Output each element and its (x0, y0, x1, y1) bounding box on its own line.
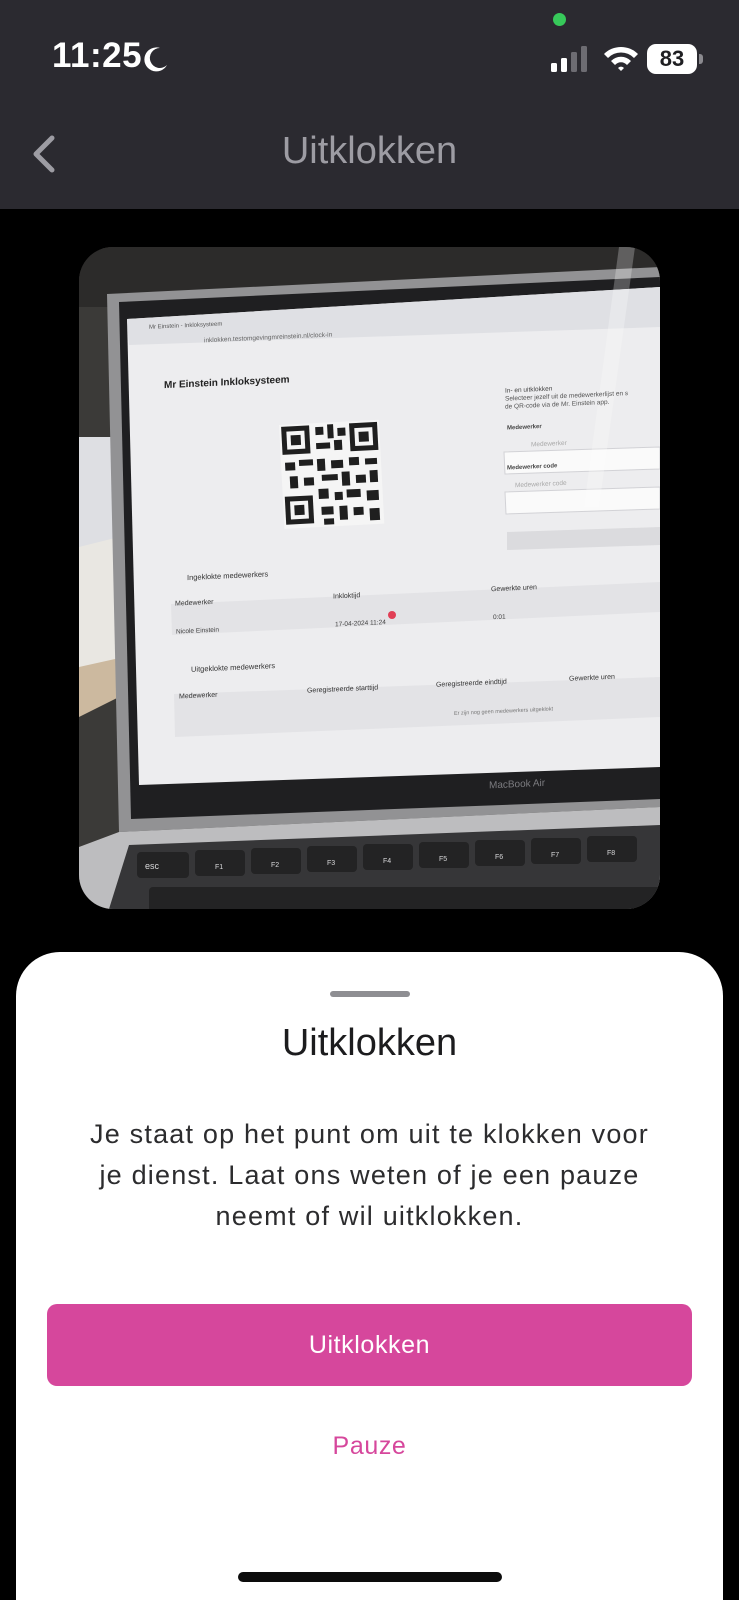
screen-col-clockin-time: Inkloktijd (333, 592, 360, 600)
app-screen: 11:25 83 Uitklokken Mr Einstein - Inklok… (0, 0, 739, 1600)
pause-button[interactable]: Pauze (16, 1432, 723, 1461)
moon-icon (144, 47, 167, 72)
key-f6: F6 (495, 854, 503, 861)
camera-preview: Mr Einstein - Inkloksysteem inklokken.te… (79, 247, 660, 909)
battery-nub (699, 54, 703, 64)
page-title: Uitklokken (281, 130, 458, 172)
key-f4: F4 (383, 858, 391, 865)
sheet-message: Je staat op het punt om uit te klokken v… (90, 1119, 649, 1231)
battery-level: 83 (659, 46, 685, 71)
sheet-grabber[interactable] (330, 991, 410, 997)
key-f3: F3 (327, 860, 335, 867)
wifi-icon (604, 46, 638, 71)
sheet-title: Uitklokken (281, 1022, 458, 1064)
key-f1: F1 (215, 864, 223, 871)
key-f5: F5 (439, 856, 447, 863)
key-f8: F8 (607, 850, 615, 857)
screen-row-hours: 0:01 (493, 614, 506, 622)
top-bar: 11:25 83 Uitklokken (0, 0, 739, 209)
status-time: 11:25 (52, 36, 143, 75)
signal-icon (551, 46, 587, 72)
home-indicator (238, 1572, 502, 1582)
clock-out-sheet: Uitklokken Je staat op het punt om uit t… (16, 952, 723, 1600)
key-esc: esc (145, 861, 160, 871)
camera-scene: Mr Einstein - Inkloksysteem inklokken.te… (79, 247, 660, 909)
privacy-indicator-dot (553, 13, 566, 26)
key-f7: F7 (551, 852, 559, 859)
clock-out-button[interactable]: Uitklokken (47, 1304, 692, 1386)
battery-icon: 83 (647, 44, 703, 74)
key-f2: F2 (271, 862, 279, 869)
